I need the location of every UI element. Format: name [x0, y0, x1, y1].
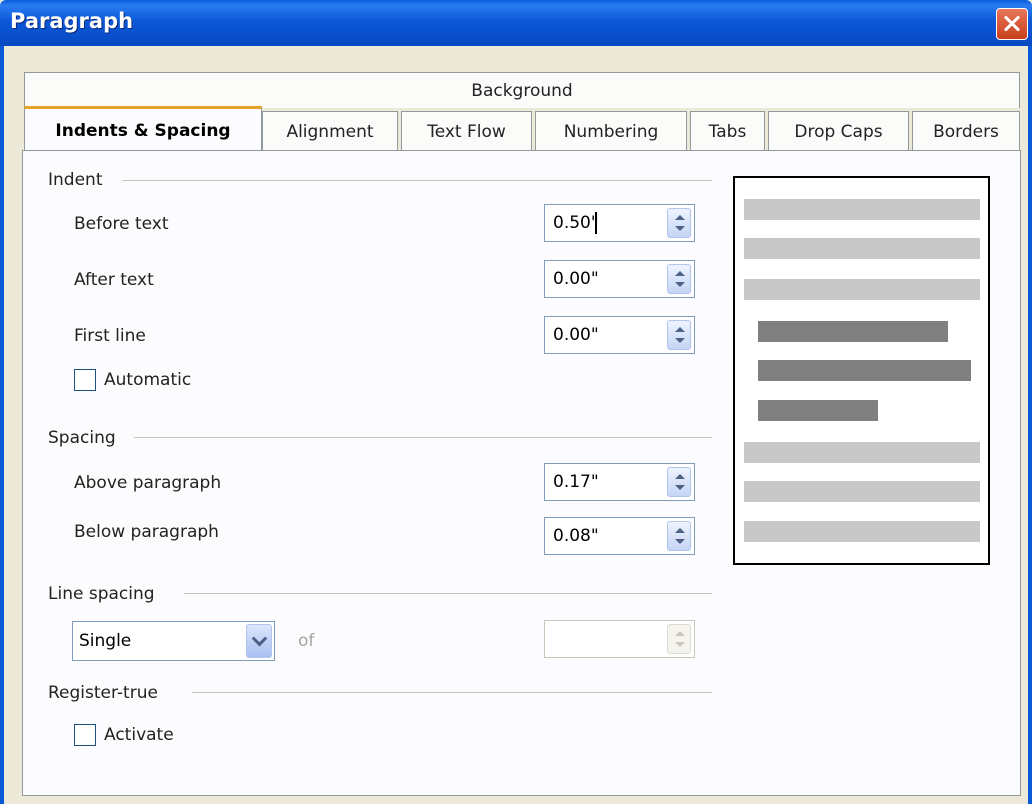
close-button[interactable] [996, 8, 1028, 40]
indent-divider [122, 180, 712, 181]
preview-line-after [744, 521, 980, 542]
spin-updown-icon[interactable] [667, 264, 691, 294]
line-spacing-dropdown[interactable]: Single [72, 621, 275, 661]
before-text-label: Before text [74, 214, 169, 234]
first-line-label: First line [74, 326, 146, 346]
before-text-spinfield[interactable]: 0.50" [544, 204, 695, 242]
window-title: Paragraph [10, 9, 134, 33]
tab-borders[interactable]: Borders [912, 111, 1020, 151]
spacing-divider [134, 437, 712, 438]
below-paragraph-label: Below paragraph [74, 522, 219, 542]
spin-updown-icon[interactable] [667, 208, 691, 238]
automatic-label[interactable]: Automatic [104, 370, 191, 390]
preview-line-current [758, 400, 878, 421]
below-paragraph-spinfield[interactable]: 0.08" [544, 517, 695, 555]
tab-tabs[interactable]: Tabs [690, 111, 765, 151]
above-paragraph-value[interactable]: 0.17" [553, 472, 599, 492]
preview-line-before [744, 279, 980, 300]
tab-drop-caps[interactable]: Drop Caps [768, 111, 909, 151]
line-spacing-selected: Single [79, 631, 132, 651]
line-spacing-divider [184, 593, 712, 594]
after-text-label: After text [74, 270, 154, 290]
indent-section-title: Indent [48, 170, 103, 190]
line-spacing-section-title: Line spacing [48, 584, 155, 604]
paragraph-preview [733, 176, 990, 565]
tab-indents-spacing[interactable]: Indents & Spacing [24, 106, 262, 152]
preview-line-after [744, 442, 980, 463]
line-spacing-value-spinfield [544, 620, 695, 658]
spin-updown-icon[interactable] [667, 467, 691, 497]
title-bar[interactable]: Paragraph [0, 0, 1032, 46]
first-line-spinfield[interactable]: 0.00" [544, 316, 695, 354]
tab-alignment[interactable]: Alignment [262, 111, 398, 151]
of-label: of [298, 631, 315, 651]
spin-updown-icon[interactable] [667, 320, 691, 350]
activate-checkbox[interactable] [74, 724, 96, 746]
above-paragraph-spinfield[interactable]: 0.17" [544, 463, 695, 501]
text-cursor [595, 212, 597, 234]
after-text-value[interactable]: 0.00" [553, 269, 599, 289]
spin-updown-icon[interactable] [667, 521, 691, 551]
after-text-spinfield[interactable]: 0.00" [544, 260, 695, 298]
preview-line-current [758, 360, 971, 381]
tab-background[interactable]: Background [24, 72, 1020, 108]
tab-numbering[interactable]: Numbering [535, 111, 687, 151]
preview-line-after [744, 481, 980, 502]
preview-line-before [744, 238, 980, 259]
activate-label[interactable]: Activate [104, 725, 174, 745]
spacing-section-title: Spacing [48, 428, 116, 448]
preview-line-before [744, 199, 980, 220]
register-true-divider [192, 692, 712, 693]
automatic-checkbox[interactable] [74, 369, 96, 391]
window-frame-right [1028, 46, 1032, 804]
first-line-value[interactable]: 0.00" [553, 325, 599, 345]
below-paragraph-value[interactable]: 0.08" [553, 526, 599, 546]
spin-updown-icon [667, 624, 691, 654]
register-true-section-title: Register-true [48, 683, 158, 703]
above-paragraph-label: Above paragraph [74, 473, 222, 493]
preview-line-current [758, 321, 948, 342]
before-text-value[interactable]: 0.50" [553, 213, 599, 233]
chevron-down-icon[interactable] [246, 624, 272, 658]
window-frame-left [0, 46, 4, 804]
tab-text-flow[interactable]: Text Flow [401, 111, 532, 151]
